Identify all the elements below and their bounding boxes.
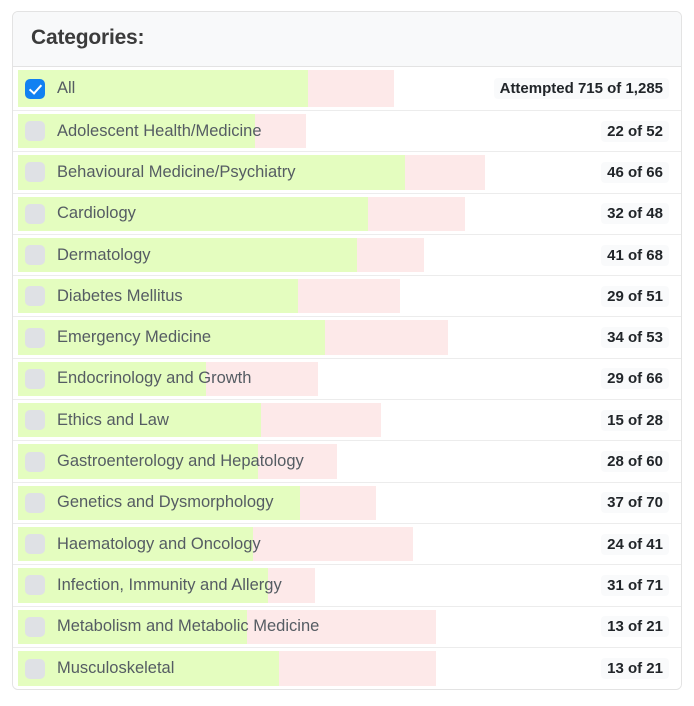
checkbox-unchecked-icon[interactable] <box>25 534 45 554</box>
checkbox-unchecked-icon[interactable] <box>25 245 45 265</box>
category-row[interactable]: Metabolism and Metabolic Medicine 13 of 2… <box>13 607 681 648</box>
category-label: Ethics and Law <box>57 411 169 430</box>
category-label: Genetics and Dysmorphology <box>57 493 273 512</box>
checkbox-unchecked-icon[interactable] <box>25 162 45 182</box>
card-header: Categories: <box>13 12 681 67</box>
checkbox-checked-icon[interactable] <box>25 79 45 99</box>
row-content: Musculoskeletal 13 of 21 <box>13 658 681 679</box>
category-count: 31 of 71 <box>601 575 669 596</box>
category-label: Cardiology <box>57 204 136 223</box>
categories-card: Categories: All Attempted 715 of 1,285 Ado… <box>12 11 682 690</box>
category-row[interactable]: Endocrinology and Growth 29 of 66 <box>13 359 681 400</box>
category-count: 13 of 21 <box>601 658 669 679</box>
page-title: Categories: <box>31 26 663 50</box>
category-row[interactable]: Genetics and Dysmorphology 37 of 70 <box>13 483 681 524</box>
row-content: Ethics and Law 15 of 28 <box>13 410 681 431</box>
category-count: 37 of 70 <box>601 492 669 513</box>
row-content: Diabetes Mellitus 29 of 51 <box>13 286 681 307</box>
row-content: Haematology and Oncology 24 of 41 <box>13 534 681 555</box>
category-row[interactable]: Cardiology 32 of 48 <box>13 194 681 235</box>
category-count: 13 of 21 <box>601 616 669 637</box>
category-count: 41 of 68 <box>601 245 669 266</box>
category-label: Behavioural Medicine/Psychiatry <box>57 163 295 182</box>
attempted-summary: Attempted 715 of 1,285 <box>494 78 669 99</box>
checkbox-unchecked-icon[interactable] <box>25 452 45 472</box>
checkbox-unchecked-icon[interactable] <box>25 328 45 348</box>
checkbox-unchecked-icon[interactable] <box>25 369 45 389</box>
category-row[interactable]: Ethics and Law 15 of 28 <box>13 400 681 441</box>
row-content: Endocrinology and Growth 29 of 66 <box>13 368 681 389</box>
row-content: Infection, Immunity and Allergy 31 of 71 <box>13 575 681 596</box>
category-count: 24 of 41 <box>601 534 669 555</box>
checkbox-unchecked-icon[interactable] <box>25 659 45 679</box>
category-label: Metabolism and Metabolic Medicine <box>57 617 319 636</box>
category-row[interactable]: Emergency Medicine 34 of 53 <box>13 317 681 358</box>
category-label: Dermatology <box>57 246 151 265</box>
category-label: Emergency Medicine <box>57 328 211 347</box>
checkbox-unchecked-icon[interactable] <box>25 575 45 595</box>
checkbox-unchecked-icon[interactable] <box>25 121 45 141</box>
category-row[interactable]: Dermatology 41 of 68 <box>13 235 681 276</box>
category-label: All <box>57 79 75 98</box>
category-label: Gastroenterology and Hepatology <box>57 452 304 471</box>
category-label: Haematology and Oncology <box>57 535 261 554</box>
category-count: 34 of 53 <box>601 327 669 348</box>
category-count: 29 of 66 <box>601 368 669 389</box>
row-content: Adolescent Health/Medicine 22 of 52 <box>13 121 681 142</box>
row-content: Cardiology 32 of 48 <box>13 203 681 224</box>
category-row-all[interactable]: All Attempted 715 of 1,285 <box>13 67 681 111</box>
category-count: 22 of 52 <box>601 121 669 142</box>
category-count: 46 of 66 <box>601 162 669 183</box>
checkbox-unchecked-icon[interactable] <box>25 410 45 430</box>
row-content: Genetics and Dysmorphology 37 of 70 <box>13 492 681 513</box>
category-label: Musculoskeletal <box>57 659 174 678</box>
category-count: 28 of 60 <box>601 451 669 472</box>
row-content: All Attempted 715 of 1,285 <box>13 78 681 99</box>
category-label: Endocrinology and Growth <box>57 369 251 388</box>
checkbox-unchecked-icon[interactable] <box>25 493 45 513</box>
category-row[interactable]: Haematology and Oncology 24 of 41 <box>13 524 681 565</box>
row-content: Gastroenterology and Hepatology 28 of 60 <box>13 451 681 472</box>
category-label: Diabetes Mellitus <box>57 287 183 306</box>
checkbox-unchecked-icon[interactable] <box>25 286 45 306</box>
row-content: Emergency Medicine 34 of 53 <box>13 327 681 348</box>
category-row[interactable]: Infection, Immunity and Allergy 31 of 71 <box>13 565 681 606</box>
checkbox-unchecked-icon[interactable] <box>25 617 45 637</box>
category-list: All Attempted 715 of 1,285 Adolescent Heal… <box>13 67 681 689</box>
category-row[interactable]: Adolescent Health/Medicine 22 of 52 <box>13 111 681 152</box>
row-content: Behavioural Medicine/Psychiatry 46 of 66 <box>13 162 681 183</box>
category-row[interactable]: Diabetes Mellitus 29 of 51 <box>13 276 681 317</box>
category-count: 32 of 48 <box>601 203 669 224</box>
category-row[interactable]: Behavioural Medicine/Psychiatry 46 of 66 <box>13 152 681 193</box>
category-label: Infection, Immunity and Allergy <box>57 576 282 595</box>
category-count: 15 of 28 <box>601 410 669 431</box>
category-label: Adolescent Health/Medicine <box>57 122 262 141</box>
checkbox-unchecked-icon[interactable] <box>25 204 45 224</box>
category-row[interactable]: Gastroenterology and Hepatology 28 of 60 <box>13 441 681 482</box>
row-content: Metabolism and Metabolic Medicine 13 of 2… <box>13 616 681 637</box>
category-row[interactable]: Musculoskeletal 13 of 21 <box>13 648 681 689</box>
row-content: Dermatology 41 of 68 <box>13 245 681 266</box>
category-count: 29 of 51 <box>601 286 669 307</box>
